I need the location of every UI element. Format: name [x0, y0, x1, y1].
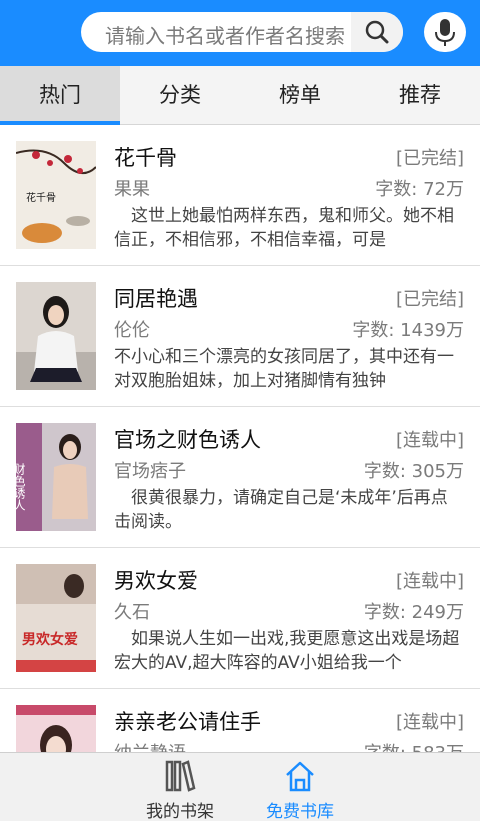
book-item[interactable]: 花千骨 花千骨 [已完结] 果果 字数: 72万 这世上她最怕两样东西，鬼和师父… [0, 125, 480, 266]
book-author: 久石 [114, 602, 150, 623]
book-description: 很黄很暴力，请确定自己是‘未成年’后再点击阅读。 [114, 488, 448, 532]
book-title: 花千骨 [114, 146, 177, 170]
book-status: [已完结] [395, 148, 464, 169]
book-cover: 财色诱人 [16, 423, 96, 531]
search-icon [365, 20, 389, 44]
book-word-count: 字数: 249万 [363, 602, 464, 623]
book-cover [16, 282, 96, 390]
bookshelf-icon [165, 760, 196, 792]
microphone-icon [435, 19, 455, 46]
search-button[interactable] [351, 12, 403, 52]
book-author: 伦伦 [114, 320, 150, 341]
book-word-count: 字数: 583万 [364, 739, 464, 752]
book-author: 纳兰静语 [114, 739, 186, 752]
cover-title-text: 男欢女爱 [22, 631, 78, 648]
book-word-count: 字数: 1439万 [352, 320, 464, 341]
book-item[interactable]: 同居艳遇 [已完结] 伦伦 字数: 1439万 不小心和三个漂亮的女孩同居了，其… [0, 266, 480, 407]
nav-free-library[interactable]: 免费书库 [240, 753, 360, 822]
tab-label: 热门 [39, 83, 81, 107]
book-list: 花千骨 花千骨 [已完结] 果果 字数: 72万 这世上她最怕两样东西，鬼和师父… [0, 125, 480, 752]
book-description: 不小心和三个漂亮的女孩同居了，其中还有一对双胞胎姐妹，加上对猪脚情有独钟 [114, 347, 454, 391]
nav-label: 我的书架 [146, 802, 214, 822]
book-cover: 花千骨 [16, 141, 96, 249]
tab-recommend[interactable]: 推荐 [360, 66, 480, 124]
book-status: [连载中] [395, 571, 464, 592]
search-input[interactable]: 请输入书名或者作者名搜索 [105, 20, 345, 49]
book-cover [16, 705, 96, 752]
tab-ranking[interactable]: 榜单 [240, 66, 360, 124]
book-title: 男欢女爱 [114, 569, 198, 593]
search-box[interactable]: 请输入书名或者作者名搜索 [81, 12, 403, 52]
bottom-nav: 我的书架 免费书库 [0, 752, 480, 822]
book-author: 果果 [114, 179, 150, 200]
cover-title-text: 花千骨 [26, 191, 56, 204]
cover-title-text: 财色诱人 [16, 463, 26, 511]
book-item[interactable]: 财色诱人 官场之财色诱人 [连载中] 官场痞子 字数: 305万 很黄很暴力，请… [0, 407, 480, 548]
tab-label: 推荐 [399, 83, 441, 107]
voice-search-button[interactable] [424, 12, 466, 52]
book-status: [已完结] [395, 289, 464, 310]
nav-bookshelf[interactable]: 我的书架 [120, 753, 240, 822]
tab-hot[interactable]: 热门 [0, 66, 120, 125]
tab-category[interactable]: 分类 [120, 66, 240, 124]
book-description: 如果说人生如一出戏,我更愿意这出戏是场超宏大的AV,超大阵容的AV小姐给我一个 [114, 629, 460, 673]
book-item[interactable]: 男欢女爱 男欢女爱 [连载中] 久石 字数: 249万 如果说人生如一出戏,我更… [0, 548, 480, 689]
book-description: 这世上她最怕两样东西，鬼和师父。她不相信正，不相信邪，不相信幸福，可是 [114, 206, 454, 250]
book-title: 亲亲老公请住手 [114, 710, 261, 734]
home-icon [286, 761, 314, 792]
top-bar: 请输入书名或者作者名搜索 [0, 0, 480, 66]
book-word-count: 字数: 305万 [363, 461, 464, 482]
tab-label: 榜单 [279, 83, 321, 107]
book-status: [连载中] [395, 712, 464, 733]
book-item[interactable]: 亲亲老公请住手 [连载中] 纳兰静语 字数: 583万 [0, 689, 480, 752]
book-author: 官场痞子 [114, 461, 186, 482]
book-title: 同居艳遇 [114, 287, 198, 311]
book-title: 官场之财色诱人 [114, 428, 261, 452]
nav-label: 免费书库 [266, 802, 334, 822]
book-status: [连载中] [395, 430, 464, 451]
tab-label: 分类 [159, 83, 201, 107]
book-cover: 男欢女爱 [16, 564, 96, 672]
category-tabs: 热门 分类 榜单 推荐 [0, 66, 480, 125]
book-word-count: 字数: 72万 [375, 179, 464, 200]
